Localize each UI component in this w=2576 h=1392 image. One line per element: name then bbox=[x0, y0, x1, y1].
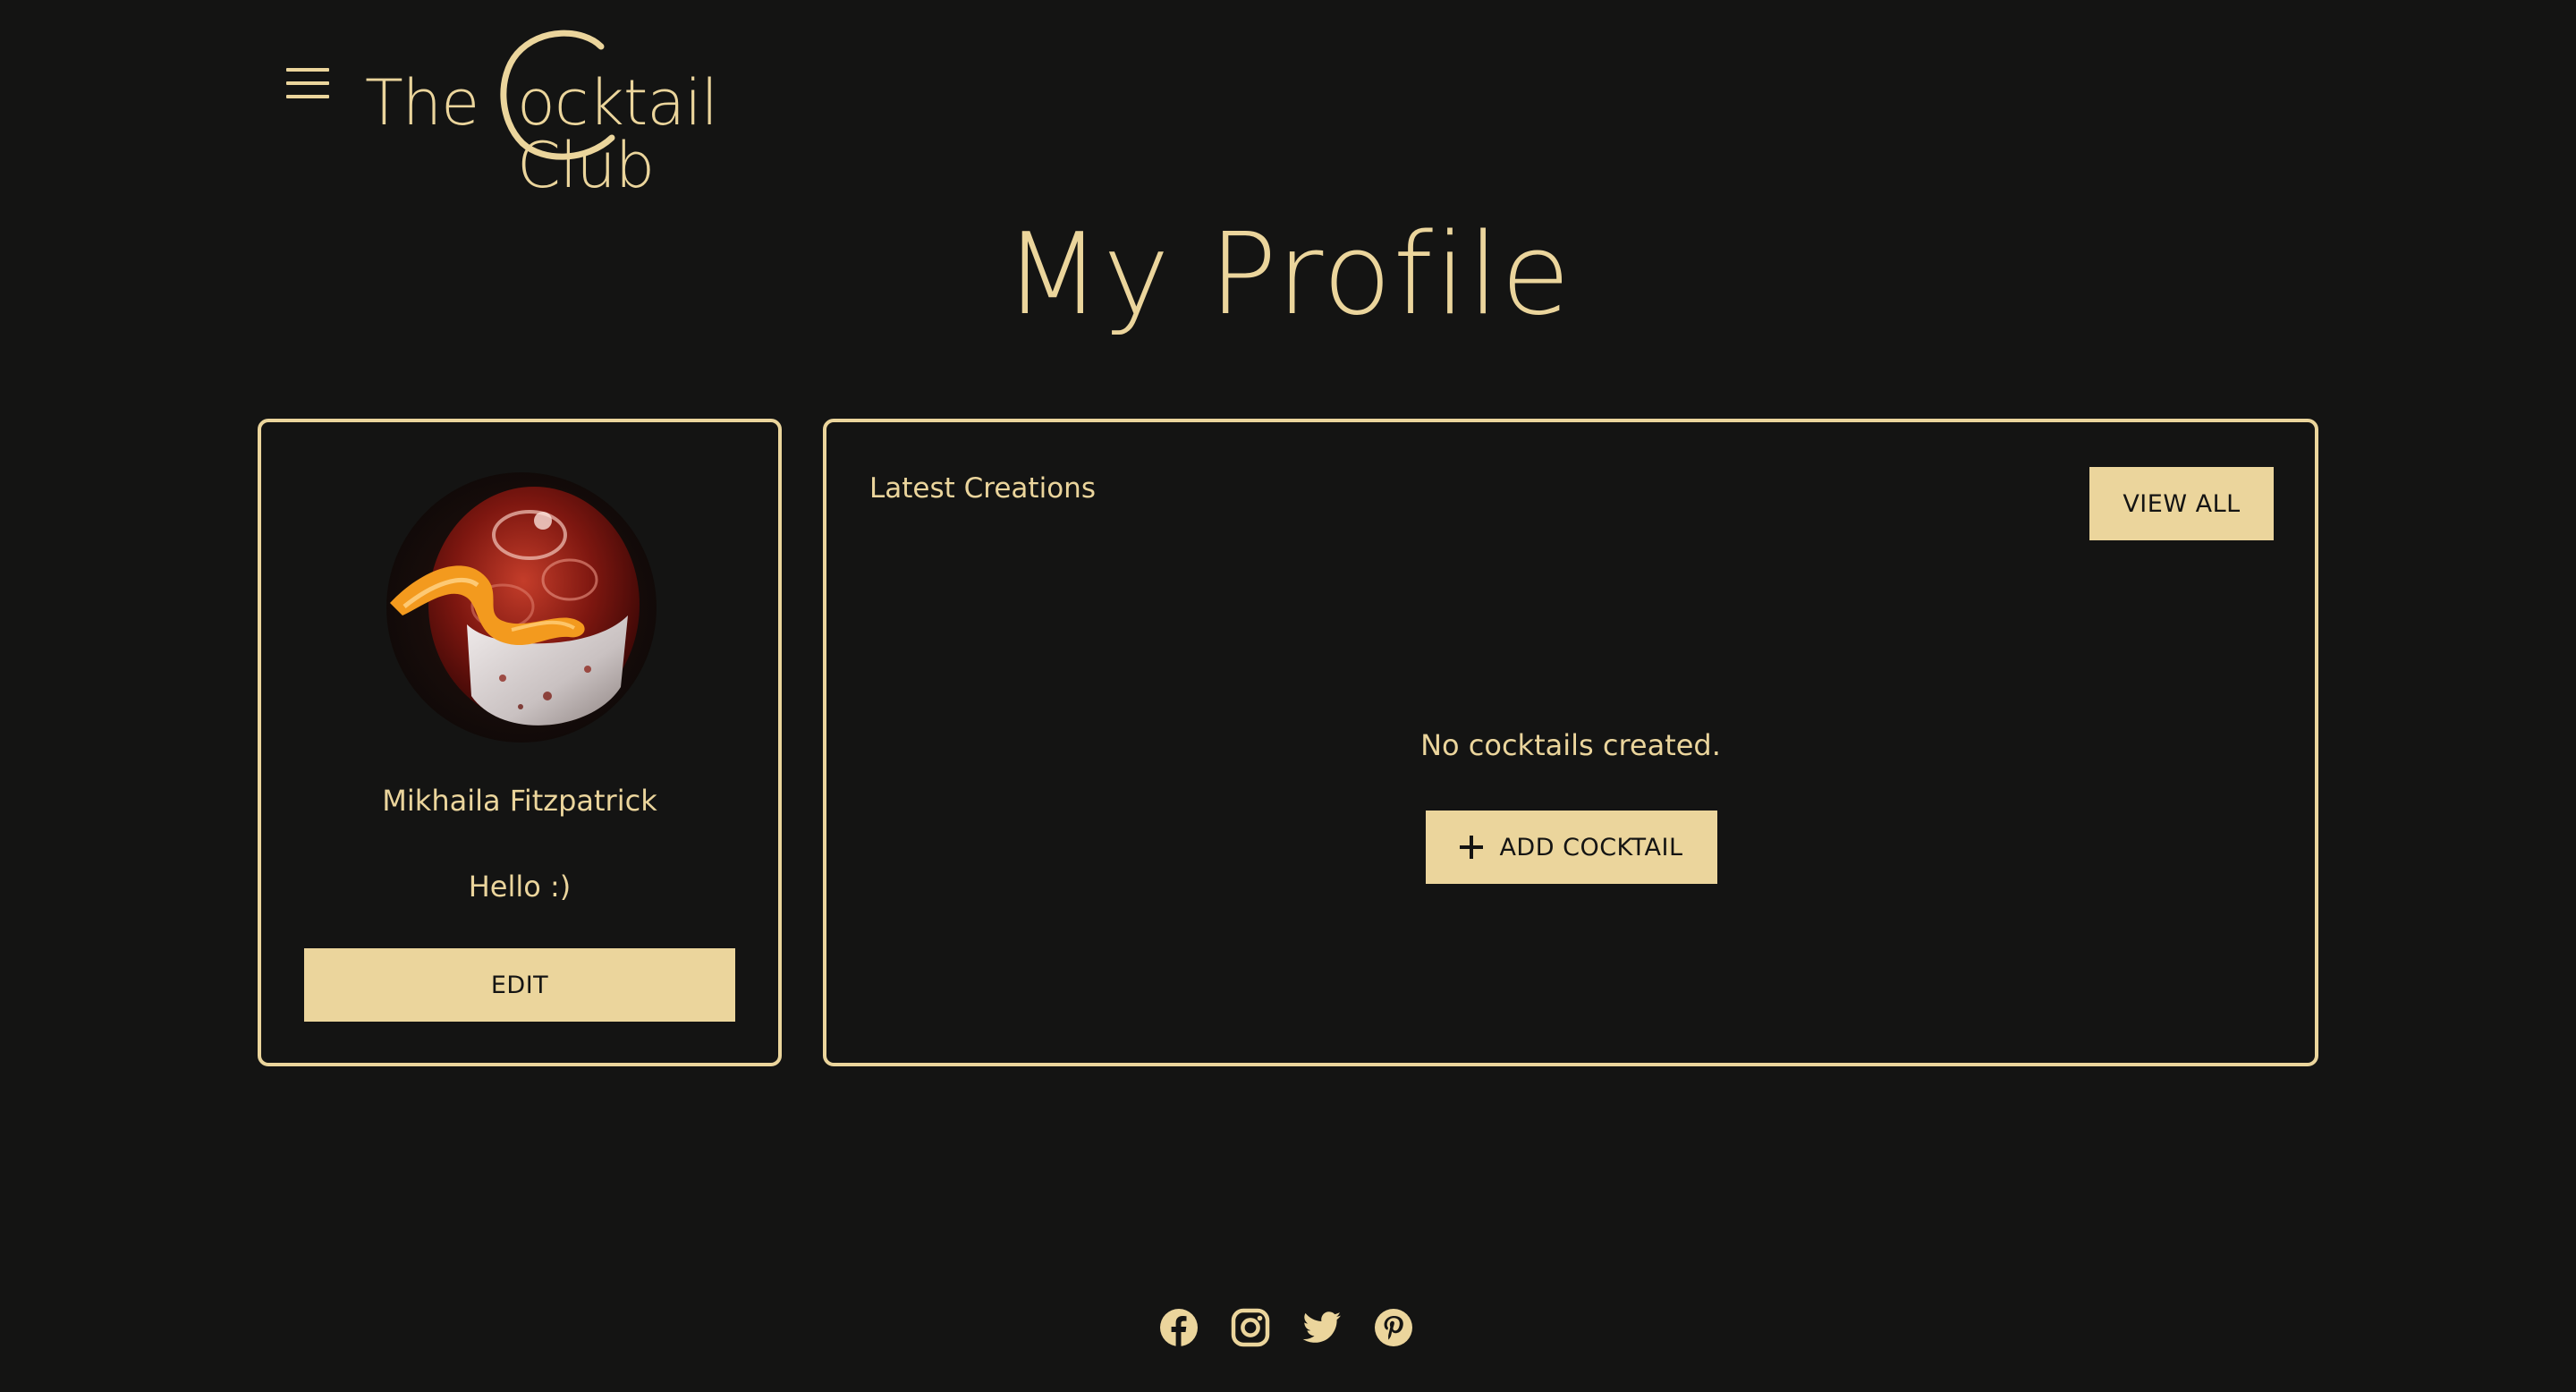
page: The ocktail Club My Profile Mikhaila Fit… bbox=[0, 0, 2576, 1392]
page-title: My Profile bbox=[1004, 208, 1572, 340]
user-bio: Hello :) bbox=[468, 870, 572, 904]
view-all-button[interactable]: VIEW ALL bbox=[2089, 467, 2274, 540]
edit-button-label: EDIT bbox=[490, 971, 549, 999]
add-cocktail-button[interactable]: ADD COCKTAIL bbox=[1426, 811, 1717, 884]
user-name: Mikhaila Fitzpatrick bbox=[382, 784, 657, 818]
avatar bbox=[386, 472, 657, 743]
facebook-icon[interactable] bbox=[1159, 1308, 1199, 1347]
social-links bbox=[1159, 1308, 1419, 1347]
site-logo[interactable]: The ocktail Club bbox=[365, 25, 848, 197]
pinterest-icon[interactable] bbox=[1374, 1308, 1413, 1347]
edit-profile-button[interactable]: EDIT bbox=[304, 948, 735, 1022]
latest-creations-card: Latest Creations VIEW ALL No cocktails c… bbox=[823, 419, 2318, 1066]
instagram-icon[interactable] bbox=[1231, 1308, 1270, 1347]
plus-icon bbox=[1460, 836, 1484, 859]
empty-state-message: No cocktails created. bbox=[1420, 728, 1721, 762]
hamburger-menu-icon[interactable] bbox=[284, 63, 331, 104]
profile-card: Mikhaila Fitzpatrick Hello :) EDIT bbox=[258, 419, 782, 1066]
latest-creations-title: Latest Creations bbox=[869, 472, 1096, 505]
logo-the: The bbox=[365, 66, 479, 140]
logo-rest: ocktail Club bbox=[517, 66, 718, 202]
twitter-icon[interactable] bbox=[1302, 1308, 1342, 1347]
view-all-label: VIEW ALL bbox=[2123, 489, 2241, 518]
cocktail-photo bbox=[386, 472, 657, 743]
add-cocktail-label: ADD COCKTAIL bbox=[1499, 833, 1683, 862]
